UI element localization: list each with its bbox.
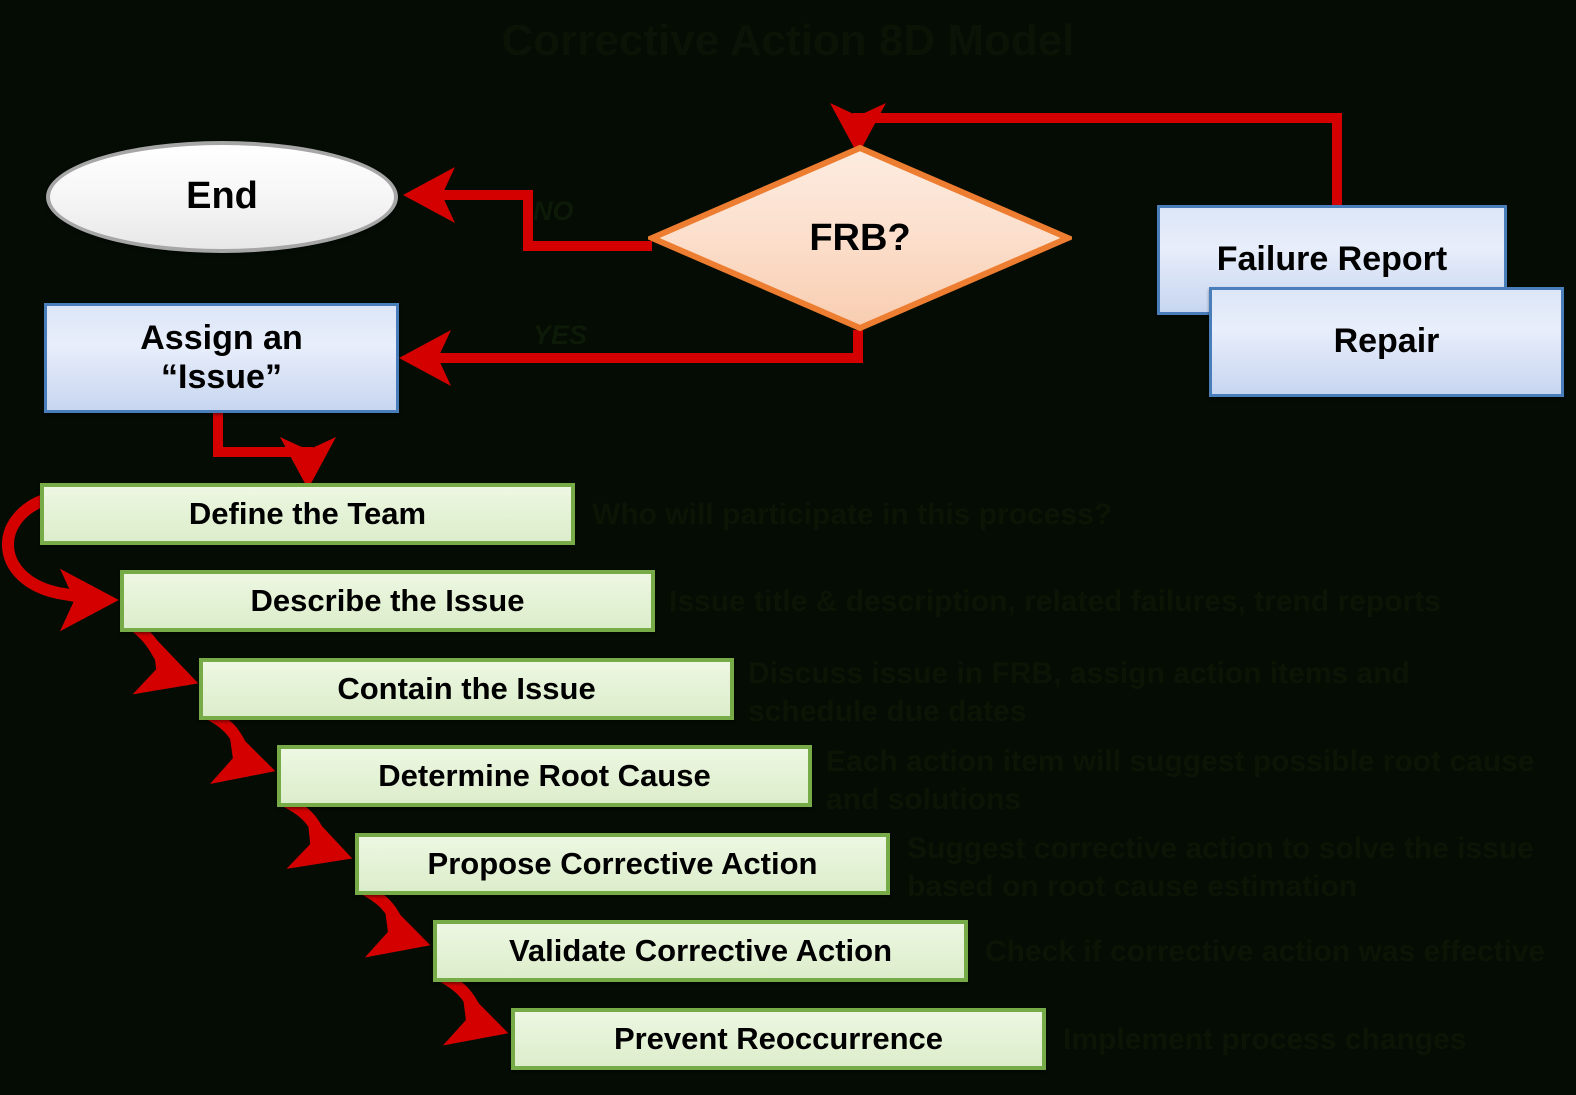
step-box-6[interactable]: Validate Corrective Action	[433, 920, 968, 982]
step-box-5-label: Propose Corrective Action	[427, 846, 818, 882]
node-decision-label: FRB?	[809, 216, 911, 259]
step-box-1[interactable]: Define the Team	[40, 483, 575, 545]
step-box-7-label: Prevent Reoccurrence	[613, 1021, 944, 1057]
step-annotation-1: Who will participate in this process?	[592, 498, 1113, 531]
node-assign-issue-label-line1: Assign an	[140, 318, 303, 357]
step-annotation-6: Check if corrective action was effective	[985, 935, 1546, 968]
step-box-2-label: Describe the Issue	[250, 583, 525, 619]
step-box-3-label: Contain the Issue	[337, 671, 596, 707]
step-annotation-5: Suggest corrective action to solve the i…	[907, 832, 1534, 904]
step-annotation-3: Discuss issue in FRB, assign action item…	[748, 657, 1410, 729]
step-box-4[interactable]: Determine Root Cause	[277, 745, 812, 807]
node-assign-issue[interactable]: Assign an “Issue”	[44, 303, 399, 413]
flowchart-canvas: Corrective Action 8D Model End FRB? NO Y…	[0, 0, 1576, 1095]
branch-label-no: NO	[533, 196, 574, 226]
node-assign-issue-label-line2: “Issue”	[161, 358, 282, 396]
node-end[interactable]: End	[46, 141, 398, 253]
node-repair-label: Repair	[1333, 322, 1440, 361]
step-annotation-7: Implement process changes	[1063, 1023, 1467, 1056]
node-decision-frb[interactable]: FRB?	[648, 144, 1072, 332]
step-box-3[interactable]: Contain the Issue	[199, 658, 734, 720]
step-annotation-2: Issue title & description, related failu…	[669, 585, 1441, 618]
step-box-7[interactable]: Prevent Reoccurrence	[511, 1008, 1046, 1070]
branch-label-yes: YES	[533, 320, 588, 350]
step-box-2[interactable]: Describe the Issue	[120, 570, 655, 632]
page-title: Corrective Action 8D Model	[501, 16, 1075, 65]
node-end-label: End	[186, 175, 258, 218]
step-box-1-label: Define the Team	[188, 496, 427, 532]
step-box-6-label: Validate Corrective Action	[508, 933, 893, 969]
step-box-5[interactable]: Propose Corrective Action	[355, 833, 890, 895]
step-annotation-4: Each action item will suggest possible r…	[826, 745, 1535, 817]
node-repair[interactable]: Repair	[1209, 287, 1564, 397]
node-failure-report-label: Failure Report	[1216, 240, 1448, 279]
step-box-4-label: Determine Root Cause	[378, 758, 711, 794]
